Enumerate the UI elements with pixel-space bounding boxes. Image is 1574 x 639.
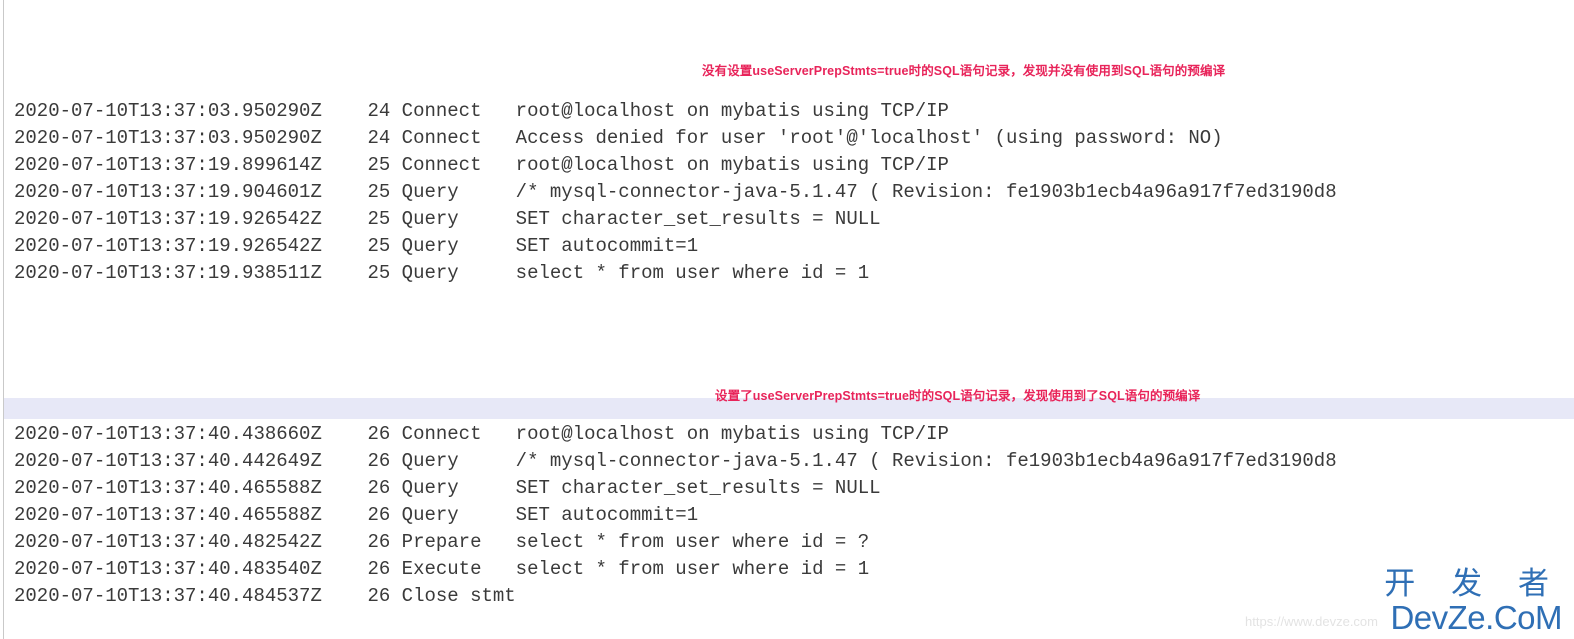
log-line: 2020-07-10T13:37:03.950290Z 24 Connect r…	[14, 100, 949, 122]
log-line: 2020-07-10T13:37:40.484537Z 26 Close stm…	[14, 585, 516, 607]
log-line: 2020-07-10T13:37:19.926542Z 25 Query SET…	[14, 235, 699, 257]
log-line: 2020-07-10T13:37:40.442649Z 26 Query /* …	[14, 450, 1337, 472]
watermark-site-name: DevZe.CoM	[1390, 599, 1562, 636]
log-line: 2020-07-10T13:37:40.465588Z 26 Query SET…	[14, 477, 881, 499]
log-block-without-prepstmts: 2020-07-10T13:37:03.950290Z 24 Connect r…	[0, 98, 1574, 287]
log-line: 2020-07-10T13:37:40.482542Z 26 Prepare s…	[14, 531, 870, 553]
annotation-no-prepstmts: 没有设置useServerPrepStmts=true时的SQL语句记录，发现并…	[702, 64, 1226, 78]
log-line: 2020-07-10T13:37:40.483540Z 26 Execute s…	[14, 558, 870, 580]
log-line: 2020-07-10T13:37:40.438660Z 26 Connect r…	[14, 423, 949, 445]
log-line: 2020-07-10T13:37:19.938511Z 25 Query sel…	[14, 262, 870, 284]
log-block-with-prepstmts: 2020-07-10T13:37:40.438660Z 26 Connect r…	[0, 421, 1574, 610]
watermark-url: https://www.devze.com	[1245, 614, 1378, 629]
watermark-chinese-text: 开 发 者	[1384, 566, 1562, 602]
log-line: 2020-07-10T13:37:03.950290Z 24 Connect A…	[14, 127, 1223, 149]
log-line: 2020-07-10T13:37:19.926542Z 25 Query SET…	[14, 208, 881, 230]
log-line: 2020-07-10T13:37:19.904601Z 25 Query /* …	[14, 181, 1337, 203]
log-line: 2020-07-10T13:37:40.465588Z 26 Query SET…	[14, 504, 699, 526]
annotation-with-prepstmts: 设置了useServerPrepStmts=true时的SQL语句记录，发现使用…	[715, 389, 1201, 403]
watermark: 开 发 者 DevZe.CoM	[1371, 567, 1562, 635]
log-line: 2020-07-10T13:37:19.899614Z 25 Connect r…	[14, 154, 949, 176]
